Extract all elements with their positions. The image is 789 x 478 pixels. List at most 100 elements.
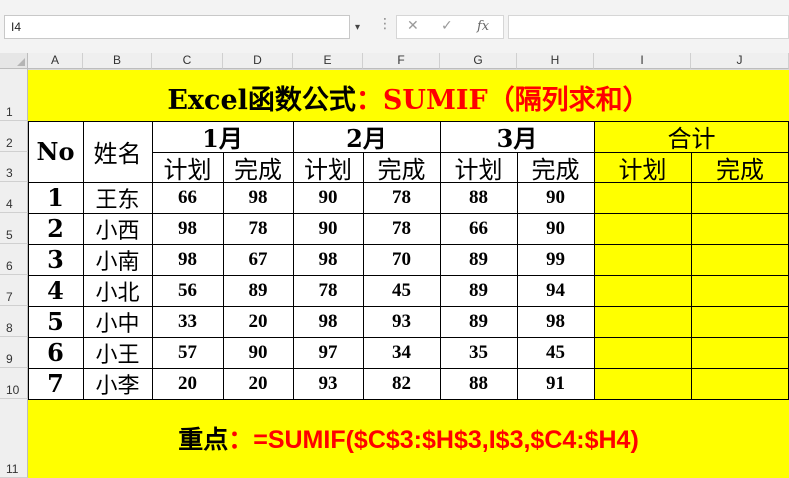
record-no[interactable]: 5 (28, 306, 83, 337)
record-value[interactable]: 78 (363, 182, 440, 213)
header-no[interactable]: No (28, 121, 83, 182)
record-value[interactable]: 34 (363, 337, 440, 368)
record-value[interactable]: 66 (440, 213, 517, 244)
column-header-d[interactable]: D (223, 53, 293, 69)
record-name[interactable]: 小西 (83, 213, 152, 244)
row-header-7[interactable]: 7 (0, 275, 28, 306)
record-no[interactable]: 3 (28, 244, 83, 275)
record-value[interactable]: 70 (363, 244, 440, 275)
insert-function-icon[interactable]: fx (477, 19, 489, 34)
record-name[interactable]: 王东 (83, 182, 152, 213)
column-header-b[interactable]: B (83, 53, 152, 69)
record-value[interactable]: 97 (293, 337, 363, 368)
record-value[interactable]: 20 (152, 368, 223, 399)
row-header-3[interactable]: 3 (0, 152, 28, 182)
record-name[interactable]: 小南 (83, 244, 152, 275)
formula-note[interactable]: 重点 ：=SUMIF($C$3:$H$3,I$3,$C4:$H4) (28, 414, 789, 462)
record-value[interactable]: 67 (223, 244, 293, 275)
row-header-10[interactable]: 10 (0, 368, 28, 399)
record-name[interactable]: 小中 (83, 306, 152, 337)
record-value[interactable]: 90 (293, 213, 363, 244)
record-value[interactable]: 98 (293, 244, 363, 275)
record-no[interactable]: 2 (28, 213, 83, 244)
name-box[interactable]: I4 (4, 15, 350, 39)
record-value[interactable]: 78 (363, 213, 440, 244)
record-no[interactable]: 7 (28, 368, 83, 399)
record-name[interactable]: 小李 (83, 368, 152, 399)
header-month-3[interactable]: 3月 (440, 121, 594, 153)
column-header-j[interactable]: J (691, 53, 789, 69)
record-value[interactable]: 90 (223, 337, 293, 368)
record-name[interactable]: 小王 (83, 337, 152, 368)
record-value[interactable]: 78 (223, 213, 293, 244)
record-value[interactable]: 98 (517, 306, 594, 337)
record-value[interactable]: 98 (293, 306, 363, 337)
record-value[interactable]: 33 (152, 306, 223, 337)
record-value[interactable]: 78 (293, 275, 363, 306)
record-value[interactable]: 98 (152, 244, 223, 275)
header-total-done[interactable]: 完成 (691, 152, 789, 184)
record-value[interactable]: 98 (152, 213, 223, 244)
header-done[interactable]: 完成 (363, 152, 440, 184)
header-plan[interactable]: 计划 (440, 152, 517, 184)
header-month-1[interactable]: 1月 (152, 121, 293, 153)
page-title[interactable]: Excel函数公式 ：SUMIF（隔列求和） (28, 73, 789, 121)
row-header-9[interactable]: 9 (0, 337, 28, 368)
record-value[interactable]: 35 (440, 337, 517, 368)
record-name[interactable]: 小北 (83, 275, 152, 306)
record-value[interactable]: 89 (223, 275, 293, 306)
record-no[interactable]: 1 (28, 182, 83, 213)
header-done[interactable]: 完成 (517, 152, 594, 184)
row-header-11[interactable]: 11 (0, 399, 28, 478)
chevron-down-icon[interactable]: ▾ (355, 22, 360, 33)
column-header-a[interactable]: A (28, 53, 83, 69)
header-total-plan[interactable]: 计划 (594, 152, 691, 184)
record-value[interactable]: 91 (517, 368, 594, 399)
row-header-4[interactable]: 4 (0, 182, 28, 213)
header-done[interactable]: 完成 (223, 152, 293, 184)
header-plan[interactable]: 计划 (152, 152, 223, 184)
record-value[interactable]: 20 (223, 368, 293, 399)
row-header-5[interactable]: 5 (0, 213, 28, 244)
record-no[interactable]: 6 (28, 337, 83, 368)
record-value[interactable]: 45 (363, 275, 440, 306)
record-value[interactable]: 45 (517, 337, 594, 368)
record-value[interactable]: 57 (152, 337, 223, 368)
record-no[interactable]: 4 (28, 275, 83, 306)
row-header-8[interactable]: 8 (0, 306, 28, 337)
record-value[interactable]: 99 (517, 244, 594, 275)
record-value[interactable]: 98 (223, 182, 293, 213)
record-value[interactable]: 82 (363, 368, 440, 399)
record-value[interactable]: 89 (440, 244, 517, 275)
record-value[interactable]: 89 (440, 306, 517, 337)
record-value[interactable]: 94 (517, 275, 594, 306)
column-header-i[interactable]: I (594, 53, 691, 69)
select-all-button[interactable] (0, 53, 28, 69)
formula-input[interactable] (508, 15, 789, 39)
record-value[interactable]: 93 (363, 306, 440, 337)
column-header-g[interactable]: G (440, 53, 517, 69)
check-icon[interactable]: ✓ (441, 18, 453, 34)
header-name[interactable]: 姓名 (83, 121, 152, 182)
record-value[interactable]: 20 (223, 306, 293, 337)
header-month-2[interactable]: 2月 (293, 121, 440, 153)
record-value[interactable]: 93 (293, 368, 363, 399)
row-header-6[interactable]: 6 (0, 244, 28, 275)
column-header-e[interactable]: E (293, 53, 363, 69)
cancel-icon[interactable]: ✕ (407, 18, 419, 34)
header-plan[interactable]: 计划 (293, 152, 363, 184)
column-header-h[interactable]: H (517, 53, 594, 69)
record-value[interactable]: 88 (440, 368, 517, 399)
record-value[interactable]: 90 (517, 182, 594, 213)
header-total[interactable]: 合计 (594, 121, 789, 153)
row-header-1[interactable]: 1 (0, 69, 28, 121)
column-header-c[interactable]: C (152, 53, 223, 69)
record-value[interactable]: 90 (517, 213, 594, 244)
record-value[interactable]: 89 (440, 275, 517, 306)
column-header-f[interactable]: F (363, 53, 440, 69)
record-value[interactable]: 90 (293, 182, 363, 213)
record-value[interactable]: 66 (152, 182, 223, 213)
record-value[interactable]: 88 (440, 182, 517, 213)
row-header-2[interactable]: 2 (0, 121, 28, 152)
more-options-icon[interactable]: ⋮ (378, 16, 392, 32)
